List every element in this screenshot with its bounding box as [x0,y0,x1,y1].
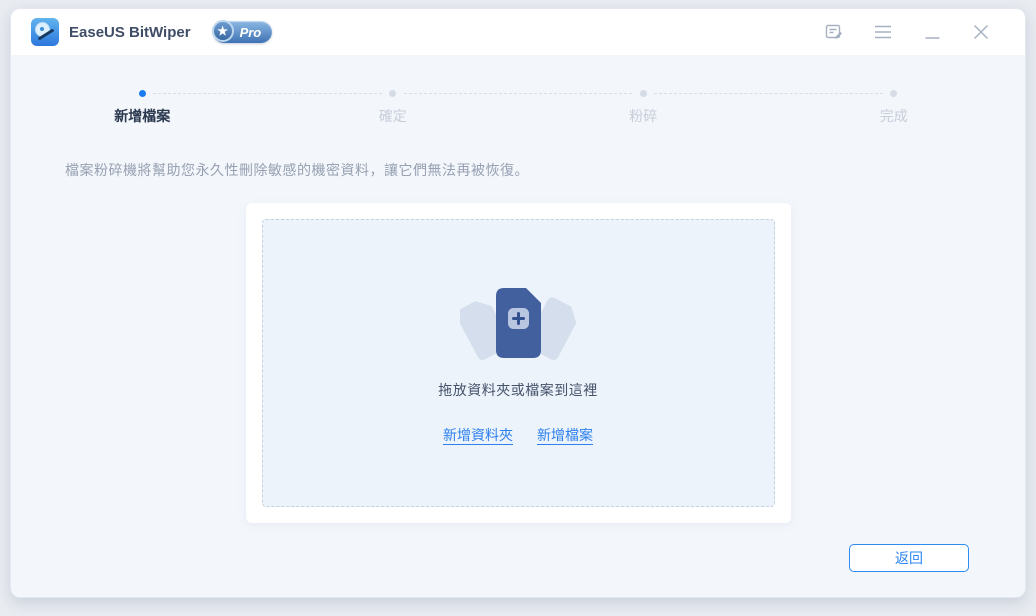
stepper: 新增檔案 確定 粉碎 完成 [11,55,1025,126]
pro-badge: ★ Pro [213,21,273,43]
page-description: 檔案粉碎機將幫助您永久性刪除敏感的機密資料，讓它們無法再被恢復。 [65,160,1025,180]
back-button[interactable]: 返回 [849,544,969,572]
dropzone-links: 新增資料夾 新增檔案 [443,425,593,445]
step-confirm: 確定 [268,90,519,126]
dropzone-card: 拖放資料夾或檔案到這裡 新增資料夾 新增檔案 [246,203,791,523]
pro-badge-label: Pro [240,25,262,40]
titlebar: EaseUS BitWiper ★ Pro [11,9,1025,55]
step-label: 粉碎 [629,106,657,126]
add-files-icon [460,282,576,364]
dropzone-hint: 拖放資料夾或檔案到這裡 [438,380,598,400]
app-window: EaseUS BitWiper ★ Pro [10,8,1026,598]
step-label: 完成 [880,106,908,126]
add-folder-link[interactable]: 新增資料夾 [443,425,513,445]
app-title: EaseUS BitWiper [69,24,191,41]
feedback-icon[interactable] [824,22,844,42]
minimize-icon[interactable] [922,22,942,42]
step-shred: 粉碎 [518,90,769,126]
titlebar-actions [824,22,991,42]
star-icon: ★ [212,20,234,42]
add-file-link[interactable]: 新增檔案 [537,425,593,445]
step-dot [640,90,647,97]
step-dot [389,90,396,97]
bitwiper-logo [31,18,59,46]
step-add-files: 新增檔案 [17,90,268,126]
step-label: 新增檔案 [114,106,170,126]
step-dot [890,90,897,97]
step-dot [139,90,146,97]
step-done: 完成 [769,90,1020,126]
file-drop-target[interactable]: 拖放資料夾或檔案到這裡 新增資料夾 新增檔案 [262,219,775,507]
menu-icon[interactable] [873,22,893,42]
step-label: 確定 [379,106,407,126]
close-icon[interactable] [971,22,991,42]
